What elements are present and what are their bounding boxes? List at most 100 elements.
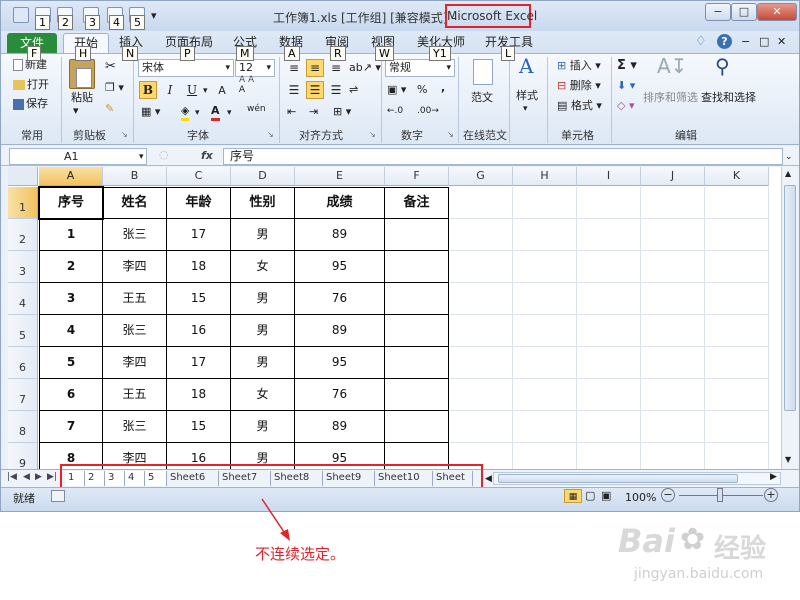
page-break-view-icon[interactable]: ▣ (601, 489, 611, 503)
clipboard-launcher-icon[interactable]: ↘ (121, 128, 128, 142)
phonetic-button[interactable]: wén (247, 102, 266, 116)
empty-cell[interactable] (705, 219, 769, 251)
table-cell[interactable]: 76 (295, 379, 385, 411)
table-cell[interactable]: 男 (231, 347, 295, 379)
sort-filter-button[interactable]: 排序和筛选 (643, 91, 698, 105)
table-cell[interactable]: 5 (39, 347, 103, 379)
empty-cell[interactable] (705, 283, 769, 315)
column-header-d[interactable]: D (231, 167, 295, 186)
row-header-3[interactable]: 3 (8, 251, 38, 283)
column-header-j[interactable]: J (641, 167, 705, 186)
table-cell[interactable]: 王五 (103, 283, 167, 315)
prev-sheet-icon[interactable]: ◀ (23, 472, 30, 482)
insert-cells-button[interactable]: ⊞ 插入 ▾ (557, 59, 601, 73)
column-header-e[interactable]: E (295, 167, 385, 186)
row-header-2[interactable]: 2 (8, 219, 38, 251)
align-middle-icon[interactable]: ≡ (306, 59, 324, 77)
empty-cell[interactable] (577, 315, 641, 347)
minimize-button[interactable]: − (705, 3, 731, 21)
align-bottom-icon[interactable]: ≡ (327, 59, 345, 77)
vertical-scrollbar[interactable]: ▲ ▼ (781, 167, 798, 469)
scroll-up-icon[interactable]: ▲ (785, 169, 791, 178)
empty-cell[interactable] (513, 443, 577, 469)
merge-center-icon[interactable]: ⊞ ▾ (333, 105, 351, 119)
row-header-1[interactable]: 1 (8, 187, 38, 219)
table-cell[interactable] (385, 411, 449, 443)
last-sheet-icon[interactable]: ▶| (47, 472, 57, 482)
increase-indent-icon[interactable]: ⇥ (309, 105, 318, 119)
vertical-scroll-thumb[interactable] (784, 185, 796, 411)
font-name-combo[interactable]: 宋体 ▾ (138, 59, 234, 77)
normal-view-icon[interactable]: ▦ (564, 489, 582, 503)
wrap-text-icon[interactable]: ⇌ (349, 83, 358, 97)
styles-dropdown-icon[interactable]: ▾ (523, 102, 528, 116)
empty-cell[interactable] (641, 251, 705, 283)
empty-cell[interactable] (641, 187, 705, 219)
table-cell[interactable]: 女 (231, 379, 295, 411)
find-select-button[interactable]: 查找和选择 (701, 91, 756, 105)
column-header-h[interactable]: H (513, 167, 577, 186)
empty-cell[interactable] (577, 347, 641, 379)
column-header-k[interactable]: K (705, 167, 769, 186)
empty-cell[interactable] (577, 283, 641, 315)
empty-cell[interactable] (705, 443, 769, 469)
table-cell[interactable]: 张三 (103, 411, 167, 443)
column-header-a[interactable]: A (39, 167, 103, 186)
empty-cell[interactable] (641, 283, 705, 315)
sort-filter-icon[interactable]: A↧ (657, 56, 687, 76)
open-button[interactable]: 打开 (13, 78, 49, 92)
empty-cell[interactable] (513, 379, 577, 411)
empty-cell[interactable] (449, 347, 513, 379)
zoom-out-button[interactable]: − (661, 488, 675, 502)
shrink-font-icon[interactable]: A (233, 81, 251, 99)
table-cell[interactable]: 95 (295, 251, 385, 283)
clear-icon[interactable]: ◇ ▾ (617, 99, 634, 113)
empty-cell[interactable] (513, 283, 577, 315)
table-cell[interactable]: 女 (231, 251, 295, 283)
namebox-dropdown-icon[interactable]: ▾ (139, 150, 144, 164)
empty-cell[interactable] (449, 251, 513, 283)
table-cell[interactable]: 89 (295, 411, 385, 443)
table-cell[interactable]: 男 (231, 411, 295, 443)
empty-cell[interactable] (513, 251, 577, 283)
table-cell[interactable]: 18 (167, 379, 231, 411)
table-cell[interactable]: 17 (167, 347, 231, 379)
empty-cell[interactable] (449, 219, 513, 251)
table-cell[interactable] (385, 283, 449, 315)
help-icon[interactable]: ? (717, 34, 732, 49)
table-cell[interactable] (385, 251, 449, 283)
empty-cell[interactable] (641, 379, 705, 411)
row-header-5[interactable]: 5 (8, 315, 38, 347)
font-launcher-icon[interactable]: ↘ (267, 128, 274, 142)
paste-button[interactable]: 粘贴 (71, 91, 93, 105)
align-top-icon[interactable]: ≡ (285, 59, 303, 77)
column-header-c[interactable]: C (167, 167, 231, 186)
excel-app-icon[interactable] (13, 7, 29, 23)
table-header-cell[interactable]: 成绩 (295, 187, 385, 219)
empty-cell[interactable] (449, 379, 513, 411)
empty-cell[interactable] (577, 443, 641, 469)
table-cell[interactable]: 76 (295, 283, 385, 315)
number-format-combo[interactable]: 常规 ▾ (385, 59, 455, 77)
scroll-down-icon[interactable]: ▼ (785, 455, 791, 464)
template-button[interactable]: 范文 (471, 91, 493, 105)
paste-icon[interactable] (69, 59, 95, 89)
worksheet-grid[interactable]: ABCDEFGHIJK 123456789 序号 姓名 年龄 性别 成绩 备注 1 张三 17 男… (8, 167, 781, 469)
empty-cell[interactable] (705, 315, 769, 347)
empty-cell[interactable] (641, 315, 705, 347)
close-button[interactable]: ✕ (757, 3, 797, 21)
first-sheet-icon[interactable]: |◀ (7, 472, 17, 482)
table-cell[interactable]: 男 (231, 283, 295, 315)
empty-cell[interactable] (705, 347, 769, 379)
empty-cell[interactable] (513, 411, 577, 443)
table-cell[interactable]: 17 (167, 219, 231, 251)
grow-font-icon[interactable]: A (213, 81, 231, 99)
table-cell[interactable] (385, 315, 449, 347)
styles-icon[interactable]: A (519, 56, 533, 76)
table-cell[interactable]: 1 (39, 219, 103, 251)
align-left-icon[interactable]: ☰ (285, 81, 303, 99)
empty-cell[interactable] (577, 411, 641, 443)
empty-cell[interactable] (513, 187, 577, 219)
table-cell[interactable]: 89 (295, 315, 385, 347)
table-cell[interactable]: 16 (167, 315, 231, 347)
